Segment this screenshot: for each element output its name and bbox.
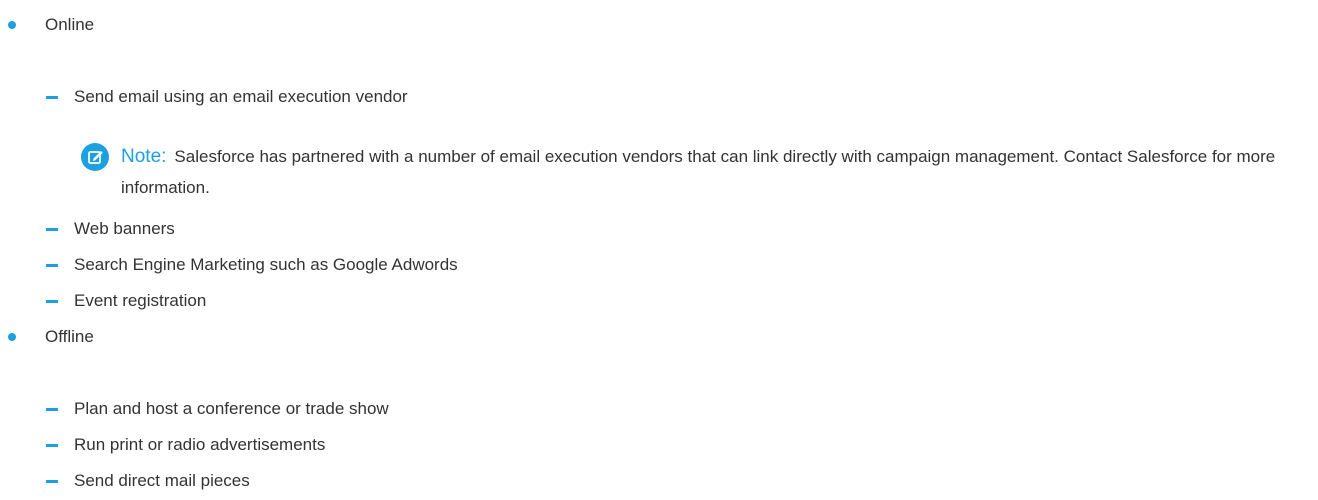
bullet-icon	[8, 333, 16, 341]
document-page: Online Send email using an email executi…	[0, 0, 1318, 500]
sublist-item-label: Send email using an email execution vend…	[74, 87, 408, 106]
sublist-item-label: Search Engine Marketing such as Google A…	[74, 255, 458, 274]
sublist-item-label: Run print or radio advertisements	[74, 435, 326, 454]
list-item-label: Online	[45, 15, 95, 34]
sublist-item-label: Web banners	[74, 219, 175, 238]
note-callout: Note: Salesforce has partnered with a num…	[81, 137, 1311, 197]
sublist-item-label: Event registration	[74, 291, 207, 310]
dash-icon	[46, 408, 58, 411]
dash-icon	[46, 480, 58, 483]
dash-icon	[46, 300, 58, 303]
bullet-icon	[8, 21, 16, 29]
note-body: Note: Salesforce has partnered with a num…	[121, 141, 1311, 203]
dash-icon	[46, 444, 58, 447]
note-text: Salesforce has partnered with a number o…	[121, 147, 1276, 197]
list-item-label: Offline	[45, 327, 94, 346]
dash-icon	[46, 96, 58, 99]
sublist-item-label: Send direct mail pieces	[74, 471, 250, 490]
edit-note-icon	[81, 143, 109, 171]
note-label: Note:	[121, 146, 167, 167]
dash-icon	[46, 228, 58, 231]
dash-icon	[46, 264, 58, 267]
sublist-item-label: Plan and host a conference or trade show	[74, 399, 389, 418]
